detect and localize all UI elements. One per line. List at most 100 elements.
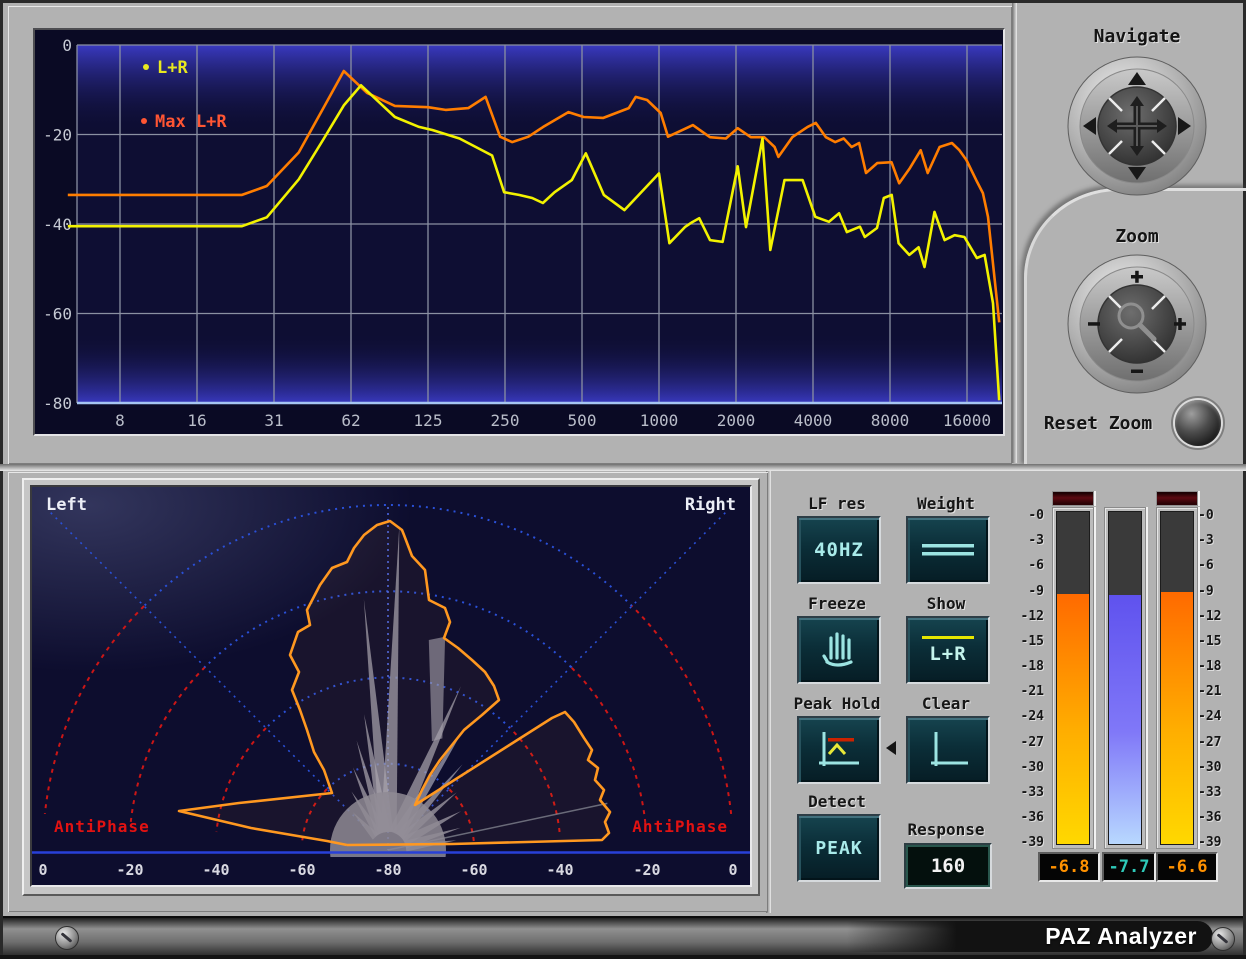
lf-res-button[interactable]: 40HZ <box>797 516 881 584</box>
navigate-pad[interactable] <box>1067 56 1207 196</box>
freeze-button[interactable] <box>797 616 881 684</box>
spectrum-display: 81631621252505001000200040008000160000-2… <box>33 28 1005 436</box>
phase-axis: 0-20-40-60-80-60-40-200 <box>32 858 750 884</box>
meter-scale-tick: -15 <box>1198 634 1228 649</box>
freq-tick-label: 16000 <box>943 411 991 430</box>
double-bar-icon <box>921 541 975 559</box>
db-tick-label: 0 <box>62 36 72 55</box>
meter-scale-tick: -24 <box>1014 709 1044 724</box>
meter-scale-tick: -0 <box>1014 508 1044 523</box>
level-meter-mid <box>1104 507 1146 849</box>
freq-tick-label: 1000 <box>640 411 679 430</box>
meter-scale-tick: -39 <box>1198 835 1228 850</box>
spectrum-chart: 81631621252505001000200040008000160000-2… <box>35 30 1003 434</box>
phase-right-label: Right <box>685 495 736 515</box>
show-value: L+R <box>929 643 966 665</box>
meter-scale-tick: -33 <box>1198 785 1228 800</box>
peak-hold-pointer-icon <box>886 741 896 755</box>
phase-panel: Left Right AntiPhase AntiPhase 0-20-40-6… <box>8 472 768 912</box>
phase-axis-tick: -20 <box>625 861 669 879</box>
response-label: Response <box>898 820 994 839</box>
meter-scale-tick: -30 <box>1014 760 1044 775</box>
level-meter-left <box>1052 507 1094 849</box>
meter-scale-tick: -27 <box>1198 735 1228 750</box>
lf-res-value: 40HZ <box>814 539 864 561</box>
show-label: Show <box>906 594 986 613</box>
db-tick-label: -40 <box>43 215 72 234</box>
bottom-bar: PAZ Analyzer <box>3 916 1243 957</box>
zoom-out-left-icon[interactable] <box>1088 322 1100 326</box>
freeze-label: Freeze <box>797 594 877 613</box>
clip-indicator-left <box>1052 491 1094 506</box>
clear-label: Clear <box>906 694 986 713</box>
lf-res-label: LF res <box>797 494 877 513</box>
phase-chart <box>32 487 750 857</box>
panel-divider-vertical <box>1012 3 1017 463</box>
meter-scale-tick: -30 <box>1198 760 1228 775</box>
clip-indicator-right <box>1156 491 1198 506</box>
db-tick-label: -20 <box>43 126 72 145</box>
detect-button[interactable]: PEAK <box>797 814 881 882</box>
meter-readout-right: -6.6 <box>1156 852 1218 882</box>
meter-scale-tick: -9 <box>1198 584 1228 599</box>
zoom-pad[interactable] <box>1067 254 1207 394</box>
phase-left-label: Left <box>46 495 87 515</box>
legend-label-max-lr: Max L+R <box>155 112 227 132</box>
section-divider-horizontal <box>0 464 1246 471</box>
show-button[interactable]: L+R <box>906 616 990 684</box>
freq-tick-label: 8000 <box>871 411 910 430</box>
peak-hold-graph-icon <box>815 728 863 772</box>
meter-scale-tick: -0 <box>1198 508 1228 523</box>
meter-fill-left <box>1057 594 1089 844</box>
screw-icon-left <box>55 926 79 950</box>
meter-scale-tick: -27 <box>1014 735 1044 750</box>
meter-fill-right <box>1161 592 1193 844</box>
meter-scale-tick: -21 <box>1198 684 1228 699</box>
antiphase-left-label: AntiPhase <box>54 817 150 836</box>
meter-scale-tick: -3 <box>1014 533 1044 548</box>
db-tick-label: -80 <box>43 394 72 413</box>
meter-scale-tick: -3 <box>1198 533 1228 548</box>
zoom-title: Zoom <box>1060 226 1214 247</box>
show-underline-icon <box>922 636 974 639</box>
weight-button[interactable] <box>906 516 990 584</box>
plugin-title-badge: PAZ Analyzer <box>847 921 1213 952</box>
meter-scale-tick: -9 <box>1014 584 1044 599</box>
hand-icon <box>817 628 861 672</box>
phase-axis-tick: -80 <box>366 861 410 879</box>
freq-tick-label: 62 <box>341 411 360 430</box>
detect-label: Detect <box>797 792 877 811</box>
freq-tick-label: 16 <box>187 411 206 430</box>
phase-axis-tick: -40 <box>194 861 238 879</box>
legend-dot-max-lr <box>141 118 147 124</box>
spectrum-panel: 81631621252505001000200040008000160000-2… <box>8 6 1012 464</box>
paz-analyzer-window: 81631621252505001000200040008000160000-2… <box>0 0 1246 959</box>
level-meter-right <box>1156 507 1198 849</box>
db-tick-label: -60 <box>43 305 72 324</box>
legend-label-lr: L+R <box>157 58 188 78</box>
peak-hold-button[interactable] <box>797 716 881 784</box>
reset-zoom-label: Reset Zoom <box>1032 413 1164 434</box>
phase-axis-tick: 0 <box>21 861 65 879</box>
phase-frame: Left Right AntiPhase AntiPhase 0-20-40-6… <box>22 478 760 896</box>
legend-item-max-lr: Max L+R <box>141 112 227 132</box>
phase-axis-tick: -20 <box>108 861 152 879</box>
response-button[interactable]: 160 <box>904 843 992 889</box>
meter-scale-tick: -21 <box>1014 684 1044 699</box>
reset-zoom-button[interactable] <box>1175 400 1221 446</box>
freq-tick-label: 125 <box>414 411 443 430</box>
legend-item-lr: L+R <box>143 58 188 78</box>
meter-scale-tick: -36 <box>1014 810 1044 825</box>
meter-scale-tick: -6 <box>1014 558 1044 573</box>
freq-tick-label: 31 <box>264 411 283 430</box>
phase-axis-tick: -60 <box>280 861 324 879</box>
freq-tick-label: 2000 <box>717 411 756 430</box>
zoom-out-bottom-icon[interactable] <box>1131 370 1143 374</box>
legend-dot-lr <box>143 64 149 70</box>
screw-icon-right <box>1211 927 1235 951</box>
freq-tick-label: 500 <box>568 411 597 430</box>
phase-axis-tick: -40 <box>538 861 582 879</box>
clear-button[interactable] <box>906 716 990 784</box>
plugin-title: PAZ Analyzer <box>1045 923 1197 950</box>
meter-scale-tick: -6 <box>1198 558 1228 573</box>
